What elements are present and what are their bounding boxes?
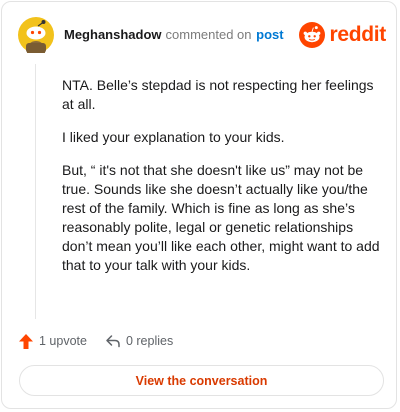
brand-wordmark: reddit bbox=[329, 23, 386, 46]
reddit-logo-icon bbox=[299, 22, 326, 48]
username-link[interactable]: Meghanshadow bbox=[64, 27, 162, 42]
replies-count: 0 replies bbox=[125, 334, 174, 348]
reply-arrow-icon bbox=[106, 335, 120, 348]
reddit-brand[interactable]: reddit bbox=[299, 20, 386, 50]
upvote-button[interactable]: 1 upvote bbox=[18, 333, 87, 350]
thread-line bbox=[35, 64, 36, 319]
comment-paragraph: NTA. Belle’s stepdad is not respecting h… bbox=[62, 77, 374, 112]
action-text: commented on bbox=[165, 27, 252, 42]
comment-meta: Meghanshadow commented on post bbox=[64, 27, 284, 43]
post-link[interactable]: post bbox=[256, 27, 283, 42]
comment-paragraph: But, “ it's not that she doesn't like us… bbox=[62, 162, 380, 273]
view-conversation-button[interactable]: View the conversation bbox=[19, 365, 384, 396]
comment-body: NTA. Belle’s stepdad is not respecting h… bbox=[62, 76, 382, 289]
snoo-avatar-icon[interactable] bbox=[18, 17, 54, 53]
upvote-count: 1 upvote bbox=[39, 334, 87, 348]
upvote-arrow-icon bbox=[19, 333, 33, 349]
comment-paragraph: I liked your explanation to your kids. bbox=[62, 129, 285, 145]
comment-header: Meghanshadow commented on post reddit bbox=[18, 17, 386, 53]
replies-button[interactable]: 0 replies bbox=[105, 333, 173, 349]
comment-actions: 1 upvote 0 replies bbox=[18, 331, 173, 351]
comment-card: Meghanshadow commented on post reddit NTA… bbox=[1, 1, 397, 409]
